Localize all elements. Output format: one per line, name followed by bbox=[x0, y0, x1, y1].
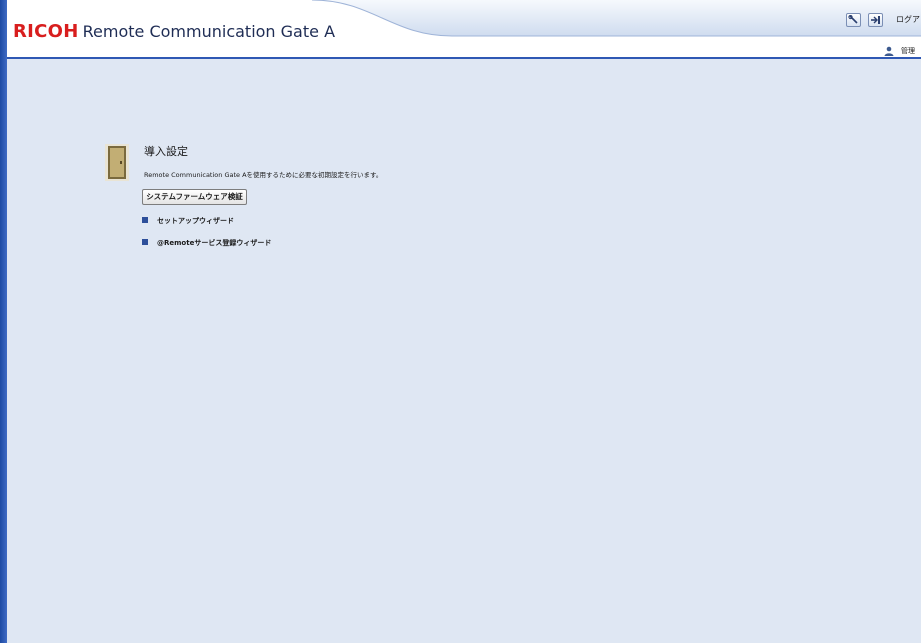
wrench-button[interactable] bbox=[846, 13, 861, 27]
main-content: 導入設定 Remote Communication Gate Aを使用するために… bbox=[7, 59, 921, 643]
logout-arrow-icon bbox=[871, 16, 880, 24]
brand-name: RICOH bbox=[13, 21, 79, 42]
section-description: Remote Communication Gate Aを使用するために必要な初期… bbox=[144, 171, 383, 179]
wrench-icon bbox=[848, 15, 858, 24]
logout-link[interactable]: ログアウ bbox=[896, 14, 921, 25]
app-header: RICOH Remote Communication Gate A bbox=[7, 0, 921, 58]
app-logo: RICOH Remote Communication Gate A bbox=[13, 21, 335, 43]
setup-wizard-label: セットアップウィザード bbox=[157, 217, 234, 225]
product-name: Remote Communication Gate A bbox=[82, 22, 336, 41]
user-name: 管理 bbox=[901, 47, 915, 55]
remote-service-wizard-label: @Remoteサービス登録ウィザード bbox=[157, 239, 272, 247]
door-icon bbox=[105, 144, 129, 181]
square-bullet-icon bbox=[142, 217, 148, 223]
left-accent-bar bbox=[0, 0, 7, 643]
firmware-verify-button[interactable]: システムファームウェア検証 bbox=[142, 189, 247, 205]
user-icon bbox=[884, 46, 894, 56]
setup-wizard-link[interactable]: セットアップウィザード bbox=[142, 216, 234, 226]
square-bullet-icon bbox=[142, 239, 148, 245]
section-title: 導入設定 bbox=[144, 145, 188, 158]
logout-button[interactable] bbox=[868, 13, 883, 27]
remote-service-wizard-link[interactable]: @Remoteサービス登録ウィザード bbox=[142, 238, 271, 248]
